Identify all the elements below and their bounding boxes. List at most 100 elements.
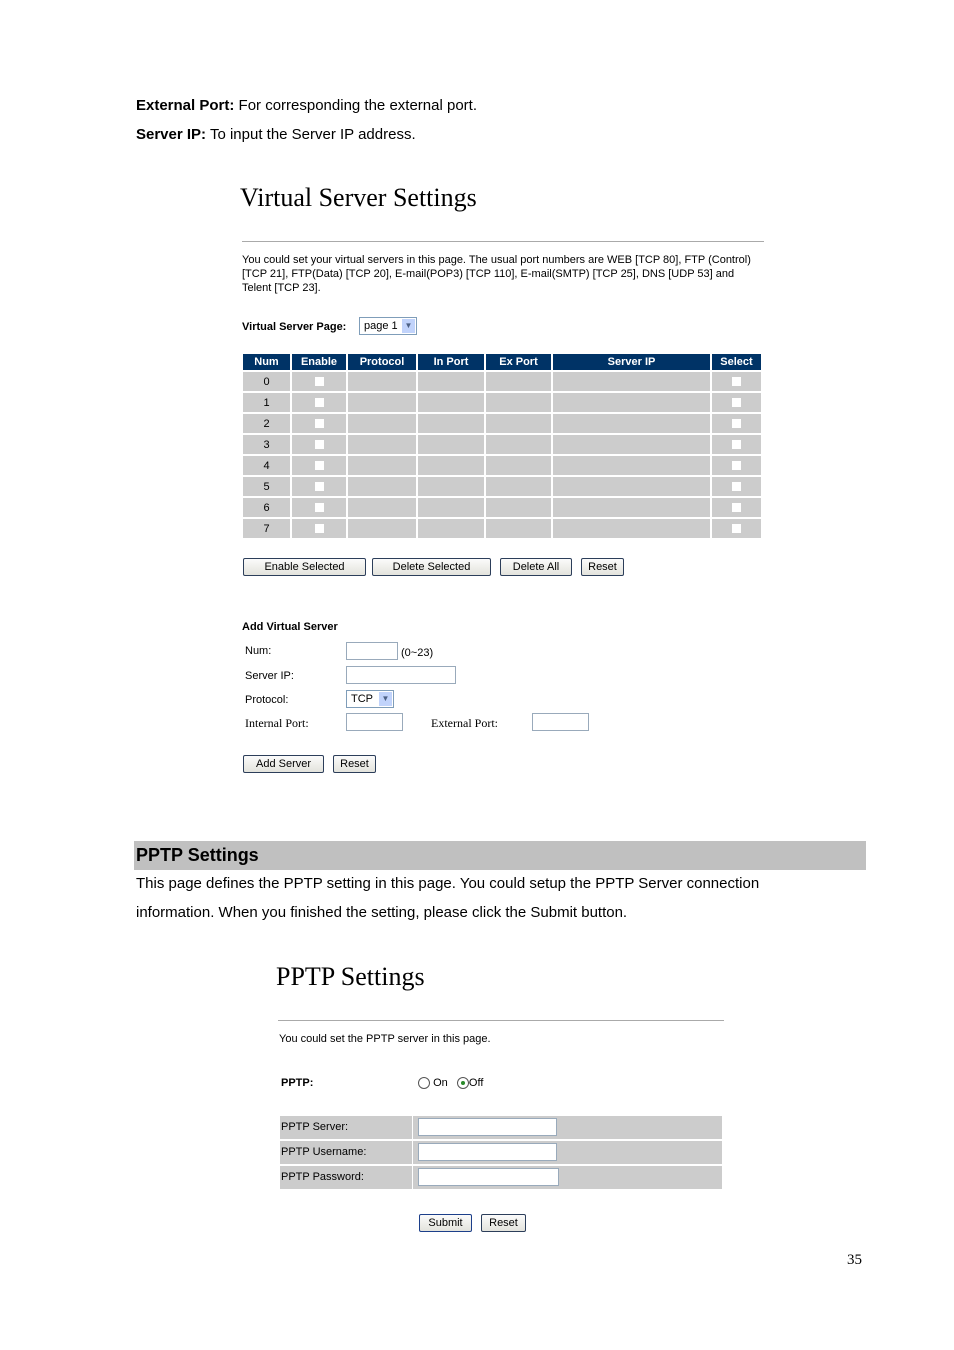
pptp-password-input[interactable] xyxy=(418,1168,559,1186)
protocol-select[interactable]: TCP ▼ xyxy=(346,690,394,708)
divider xyxy=(242,241,764,242)
enable-checkbox[interactable] xyxy=(314,398,324,408)
protocol-label: Protocol: xyxy=(245,694,289,706)
divider xyxy=(278,1020,724,1021)
column-header: In Port xyxy=(418,354,484,370)
enable-checkbox[interactable] xyxy=(314,503,324,513)
table-cell xyxy=(553,370,710,391)
pptp-server-input[interactable] xyxy=(418,1118,557,1136)
enable-checkbox[interactable] xyxy=(314,461,324,471)
table-cell xyxy=(486,412,551,433)
intro-external-port: External Port: For corresponding the ext… xyxy=(136,97,477,114)
table-cell xyxy=(292,412,346,433)
select-checkbox[interactable] xyxy=(732,440,741,450)
table-cell xyxy=(486,475,551,496)
pptp-server-label: PPTP Server: xyxy=(280,1116,412,1139)
table-cell xyxy=(712,517,761,538)
table-cell xyxy=(486,454,551,475)
reset-pptp-button[interactable]: Reset xyxy=(481,1214,526,1232)
column-header: Num xyxy=(243,354,290,370)
pptp-off-radio[interactable] xyxy=(456,1077,469,1090)
virtual-server-page-select[interactable]: page 1 ▼ xyxy=(359,317,417,335)
table-cell xyxy=(418,475,484,496)
table-row: 2 xyxy=(243,412,761,433)
server-ip-input[interactable] xyxy=(346,666,456,684)
table-cell xyxy=(553,433,710,454)
reset-add-button[interactable]: Reset xyxy=(333,755,376,773)
virtual-server-page-label: Virtual Server Page: xyxy=(242,321,347,333)
table-cell xyxy=(348,391,416,412)
pptp-section-body-1: This page defines the PPTP setting in th… xyxy=(136,875,760,892)
table-cell xyxy=(418,391,484,412)
table-cell xyxy=(292,517,346,538)
pptp-section-heading: PPTP Settings xyxy=(136,845,259,865)
table-cell xyxy=(486,433,551,454)
select-checkbox[interactable] xyxy=(732,398,741,408)
table-cell xyxy=(418,433,484,454)
pptp-on-radio[interactable] xyxy=(418,1077,430,1090)
table-cell xyxy=(348,454,416,475)
off-label: Off xyxy=(468,1077,484,1089)
add-virtual-server-heading: Add Virtual Server xyxy=(242,621,338,633)
delete-selected-button[interactable]: Delete Selected xyxy=(372,558,491,576)
table-cell xyxy=(486,391,551,412)
table-cell xyxy=(553,412,710,433)
internal-port-input[interactable] xyxy=(346,713,403,731)
pptp-label: PPTP: xyxy=(281,1077,314,1089)
table-cell xyxy=(712,433,761,454)
table-cell xyxy=(553,496,710,517)
select-checkbox[interactable] xyxy=(732,377,741,387)
enable-checkbox[interactable] xyxy=(314,524,324,534)
add-server-button[interactable]: Add Server xyxy=(243,755,324,773)
table-cell xyxy=(292,370,346,391)
row-num: 2 xyxy=(243,412,290,433)
enable-checkbox[interactable] xyxy=(314,419,324,429)
select-checkbox[interactable] xyxy=(732,482,741,492)
table-cell xyxy=(292,475,346,496)
pptp-password-label: PPTP Password: xyxy=(280,1166,412,1189)
table-row: 5 xyxy=(243,475,761,496)
table-cell xyxy=(712,496,761,517)
table-cell xyxy=(712,391,761,412)
enable-checkbox[interactable] xyxy=(314,482,324,492)
table-cell xyxy=(712,412,761,433)
submit-button[interactable]: Submit xyxy=(419,1214,472,1232)
document-page: External Port: For corresponding the ext… xyxy=(0,0,954,1350)
table-cell xyxy=(348,475,416,496)
row-num: 5 xyxy=(243,475,290,496)
external-port-input[interactable] xyxy=(532,713,589,731)
enable-checkbox[interactable] xyxy=(314,377,324,387)
virtual-server-description: You could set your virtual servers in th… xyxy=(242,254,751,294)
table-cell xyxy=(553,454,710,475)
table-cell xyxy=(553,391,710,412)
column-header: Select xyxy=(712,354,761,370)
pptp-username-row: PPTP Username: xyxy=(280,1141,722,1164)
reset-table-button[interactable]: Reset xyxy=(581,558,624,576)
pptp-title: PPTP Settings xyxy=(276,962,425,991)
table-cell xyxy=(348,496,416,517)
num-input[interactable] xyxy=(346,642,398,660)
row-num: 1 xyxy=(243,391,290,412)
select-checkbox[interactable] xyxy=(732,461,741,471)
table-cell xyxy=(712,454,761,475)
table-cell xyxy=(418,454,484,475)
row-num: 0 xyxy=(243,370,290,391)
enable-checkbox[interactable] xyxy=(314,440,324,450)
pptp-server-row: PPTP Server: xyxy=(280,1116,722,1139)
table-cell xyxy=(418,496,484,517)
chevron-down-icon: ▼ xyxy=(402,319,415,333)
table-cell xyxy=(348,517,416,538)
select-checkbox[interactable] xyxy=(732,503,741,513)
table-row: 3 xyxy=(243,433,761,454)
pptp-username-input[interactable] xyxy=(418,1143,557,1161)
server-ip-label: Server IP: xyxy=(245,670,294,682)
table-cell xyxy=(418,517,484,538)
external-port-label: External Port: xyxy=(431,716,498,730)
table-row: 1 xyxy=(243,391,761,412)
enable-selected-button[interactable]: Enable Selected xyxy=(243,558,366,576)
delete-all-button[interactable]: Delete All xyxy=(500,558,572,576)
table-cell xyxy=(348,433,416,454)
select-checkbox[interactable] xyxy=(732,524,741,534)
select-checkbox[interactable] xyxy=(732,419,741,429)
virtual-server-title: Virtual Server Settings xyxy=(240,183,477,212)
